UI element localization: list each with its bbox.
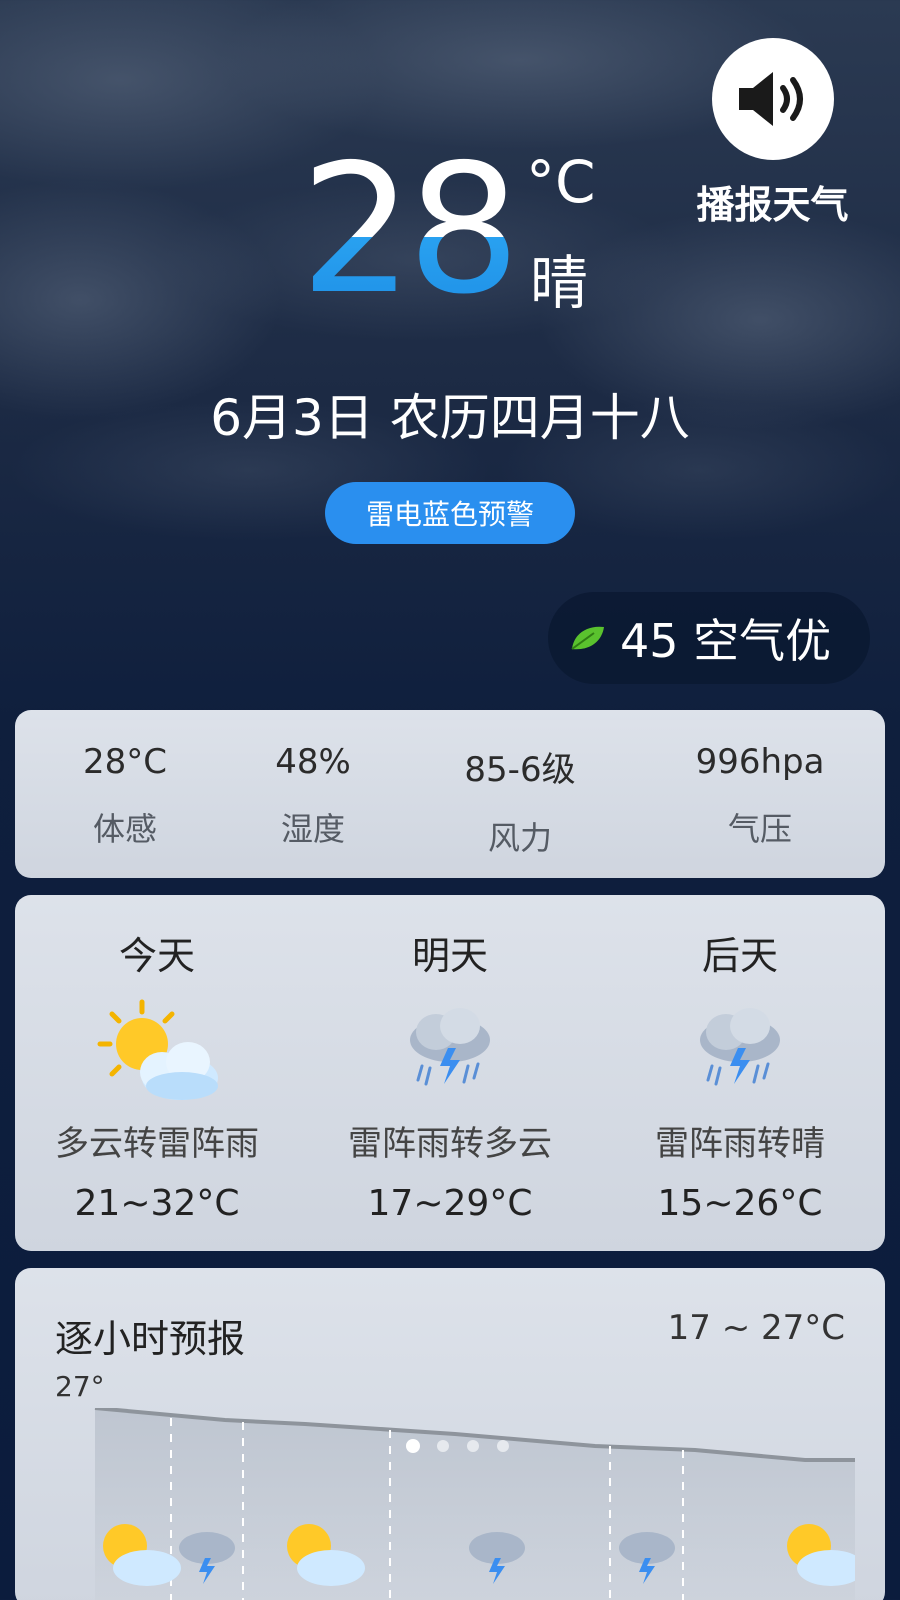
forecast-day-today[interactable]: 今天 多云转雷阵雨 21~32°C: [17, 925, 297, 1224]
hourly-title: 逐小时预报: [55, 1317, 246, 1361]
stat-pressure: 996hpa 气压: [660, 742, 860, 850]
stat-value: 28°C: [82, 742, 167, 782]
stat-value: 996hpa: [695, 742, 825, 782]
hourly-max-label: 27°: [55, 1370, 105, 1403]
air-quality-badge[interactable]: 45 空气优: [548, 592, 870, 684]
broadcast-weather-button[interactable]: 播报天气: [690, 38, 855, 229]
day-description: 多云转雷阵雨: [55, 1124, 259, 1164]
current-temperature: 28: [300, 126, 520, 333]
stat-label: 湿度: [280, 810, 345, 848]
day-description: 雷阵雨转晴: [655, 1124, 825, 1164]
day-temp-range: 21~32°C: [74, 1183, 240, 1224]
day-name: 今天: [118, 934, 195, 978]
weather-alert-badge[interactable]: 雷电蓝色预警: [325, 482, 575, 544]
forecast-day-after-tomorrow[interactable]: 后天 雷阵雨转晴 15~26°C: [600, 925, 880, 1224]
three-day-forecast-card: 今天 多云转雷阵雨 21~32°C 明天 雷阵雨转多云 17~29°C 后天 雷…: [15, 895, 885, 1251]
forecast-day-tomorrow[interactable]: 明天 雷阵雨转多云 17~29°C: [310, 925, 590, 1224]
day-name: 后天: [701, 934, 778, 978]
leaf-icon: [571, 626, 604, 650]
day-temp-range: 17~29°C: [367, 1183, 533, 1224]
stat-label: 风力: [487, 819, 552, 857]
date-lunar: 6月3日 农历四月十八: [210, 389, 690, 447]
thunderstorm-icon: [600, 998, 880, 1106]
temperature-unit: °C: [526, 148, 596, 216]
stat-humidity: 48% 湿度: [213, 742, 413, 850]
stat-value: 85-6级: [464, 750, 576, 790]
hourly-temperature-graph[interactable]: [75, 1408, 855, 1600]
aqi-text: 45 空气优: [620, 614, 832, 668]
stat-value: 48%: [275, 742, 351, 782]
weather-stats-card: 28°C 体感 48% 湿度 85-6级 风力 996hpa 气压: [15, 710, 885, 878]
stat-label: 体感: [92, 810, 157, 848]
speaker-icon: [738, 72, 803, 126]
partly-cloudy-sun-icon: [17, 998, 297, 1106]
day-description: 雷阵雨转多云: [348, 1124, 552, 1164]
current-weather: 28 °C 晴: [300, 140, 620, 320]
stat-label: 气压: [727, 810, 792, 848]
current-condition: 晴: [530, 249, 589, 317]
broadcast-label: 播报天气: [696, 183, 849, 227]
day-name: 明天: [411, 934, 488, 978]
speaker-button-circle[interactable]: [711, 38, 834, 160]
thunderstorm-icon: [310, 998, 590, 1106]
stat-wind: 85-6级 风力: [420, 742, 620, 859]
stat-feels-like: 28°C 体感: [25, 742, 225, 850]
day-temp-range: 15~26°C: [657, 1183, 823, 1224]
hourly-forecast-card[interactable]: 逐小时预报 17 ~ 27°C 27°: [15, 1268, 885, 1600]
hourly-temp-range: 17 ~ 27°C: [667, 1308, 845, 1348]
